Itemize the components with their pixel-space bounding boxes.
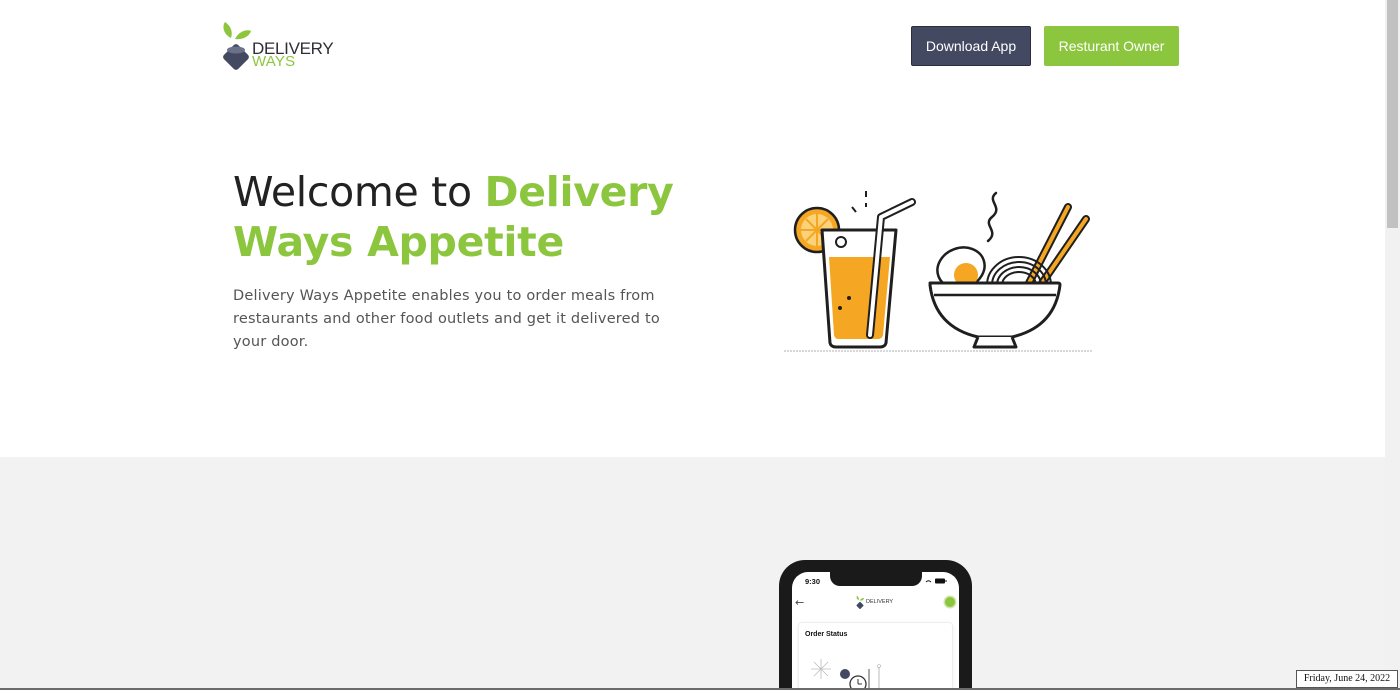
hero-title: Welcome to Delivery Ways Appetite <box>233 167 703 267</box>
page-scrollbar[interactable] <box>1385 0 1400 690</box>
order-status-title: Order Status <box>805 631 848 638</box>
hero-description: Delivery Ways Appetite enables you to or… <box>233 288 660 350</box>
restaurant-owner-button[interactable]: Resturant Owner <box>1044 26 1179 66</box>
leaf-plate-logo-icon <box>856 595 865 609</box>
scrollbar-thumb[interactable] <box>1387 0 1398 228</box>
signal-battery-icon <box>925 578 947 584</box>
back-arrow-icon[interactable]: ← <box>795 596 804 609</box>
hero-title-prefix: Welcome to <box>233 168 485 216</box>
download-app-button[interactable]: Download App <box>911 26 1031 66</box>
phone-status-time: 9:30 <box>805 577 821 586</box>
phone-brand-logo: DELIVERY <box>854 594 896 612</box>
phone-logo-text: DELIVERY <box>866 599 894 605</box>
delivery-tracking-icon <box>811 659 881 690</box>
brand-logo[interactable]: DELIVERY WAYS <box>214 20 344 76</box>
date-tooltip: Friday, June 24, 2022 <box>1296 670 1398 688</box>
site-header: DELIVERY WAYS Download App Resturant Own… <box>0 0 1385 90</box>
phone-mockup: 9:30 ← DELIVERY Order Status <box>779 560 972 690</box>
order-status-card: Order Status <box>798 622 953 690</box>
app-preview-section <box>0 457 1385 690</box>
profile-badge-icon[interactable] <box>945 597 955 607</box>
phone-notch <box>830 572 922 586</box>
logo-word-ways: WAYS <box>252 53 296 70</box>
page: DELIVERY WAYS Download App Resturant Own… <box>0 0 1400 690</box>
juice-and-noodle-bowl-icon <box>784 191 1092 352</box>
phone-screen: 9:30 ← DELIVERY Order Status <box>792 572 959 690</box>
